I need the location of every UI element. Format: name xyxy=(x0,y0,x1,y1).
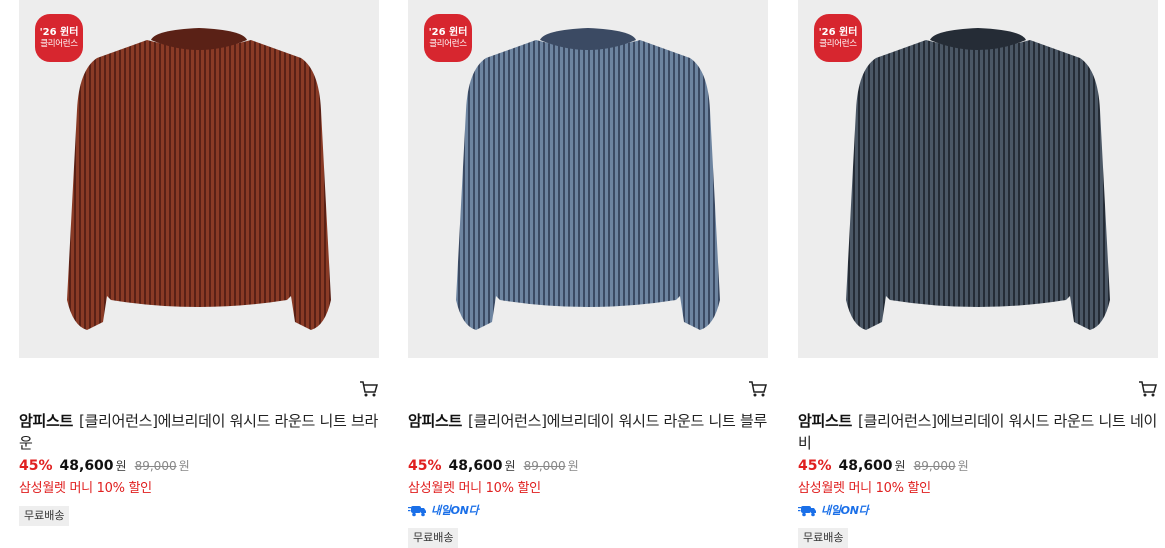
product-image[interactable]: '26 윈터 클리어런스 xyxy=(408,0,768,358)
product-card[interactable]: '26 윈터 클리어런스 암피스트 [클리어런스]에브리데이 워시드 라운드 니트… xyxy=(19,0,379,541)
original-price: 89,000 xyxy=(913,459,956,473)
cart-icon[interactable] xyxy=(359,380,379,398)
free-shipping-tag: 무료배송 xyxy=(408,528,459,548)
promo-text: 삼성월렛 머니 10% 할인 xyxy=(798,481,931,496)
discount-rate: 45% xyxy=(19,458,53,474)
currency-unit: 원 xyxy=(504,459,516,473)
promo-text: 삼성월렛 머니 10% 할인 xyxy=(19,481,152,496)
original-price: 89,000 xyxy=(523,459,566,473)
original-price: 89,000 xyxy=(134,459,177,473)
clearance-badge: '26 윈터 클리어런스 xyxy=(35,14,83,62)
product-image[interactable]: '26 윈터 클리어런스 xyxy=(19,0,379,358)
clearance-badge: '26 윈터 클리어런스 xyxy=(814,14,862,62)
price-row: 45% 48,600 원 89,000 원 xyxy=(408,457,579,477)
product-name[interactable]: [클리어런스]에브리데이 워시드 라운드 니트 블루 xyxy=(468,412,767,430)
discount-rate: 45% xyxy=(798,458,832,474)
sale-price: 48,600 xyxy=(448,458,503,474)
currency-unit: 원 xyxy=(115,459,127,473)
product-image[interactable]: '26 윈터 클리어런스 xyxy=(798,0,1158,358)
tomorrow-delivery-badge: 내일ON다 xyxy=(798,502,869,518)
discount-rate: 45% xyxy=(408,458,442,474)
original-currency-unit: 원 xyxy=(567,459,579,473)
original-currency-unit: 원 xyxy=(178,459,190,473)
brand-name[interactable]: 암피스트 xyxy=(19,412,73,430)
clearance-badge: '26 윈터 클리어런스 xyxy=(424,14,472,62)
product-title[interactable]: 암피스트 [클리어런스]에브리데이 워시드 라운드 니트 블루 xyxy=(408,410,768,432)
brand-name[interactable]: 암피스트 xyxy=(798,412,852,430)
cart-icon[interactable] xyxy=(748,380,768,398)
currency-unit: 원 xyxy=(894,459,906,473)
sale-price: 48,600 xyxy=(838,458,893,474)
free-shipping-tag: 무료배송 xyxy=(19,506,70,526)
original-currency-unit: 원 xyxy=(957,459,969,473)
promo-text: 삼성월렛 머니 10% 할인 xyxy=(408,481,541,496)
sale-price: 48,600 xyxy=(59,458,114,474)
cart-icon[interactable] xyxy=(1138,380,1158,398)
price-row: 45% 48,600 원 89,000 원 xyxy=(19,457,190,477)
brand-name[interactable]: 암피스트 xyxy=(408,412,462,430)
product-card[interactable]: '26 윈터 클리어런스 암피스트 [클리어런스]에브리데이 워시드 라운드 니트… xyxy=(408,0,768,548)
free-shipping-tag: 무료배송 xyxy=(798,528,849,548)
product-title[interactable]: 암피스트 [클리어런스]에브리데이 워시드 라운드 니트 브라운 xyxy=(19,410,379,454)
product-card[interactable]: '26 윈터 클리어런스 암피스트 [클리어런스]에브리데이 워시드 라운드 니트… xyxy=(798,0,1158,548)
delivery-truck-icon xyxy=(798,505,816,516)
tomorrow-delivery-badge: 내일ON다 xyxy=(408,502,479,518)
product-title[interactable]: 암피스트 [클리어런스]에브리데이 워시드 라운드 니트 네이비 xyxy=(798,410,1158,454)
delivery-truck-icon xyxy=(408,505,426,516)
price-row: 45% 48,600 원 89,000 원 xyxy=(798,457,969,477)
